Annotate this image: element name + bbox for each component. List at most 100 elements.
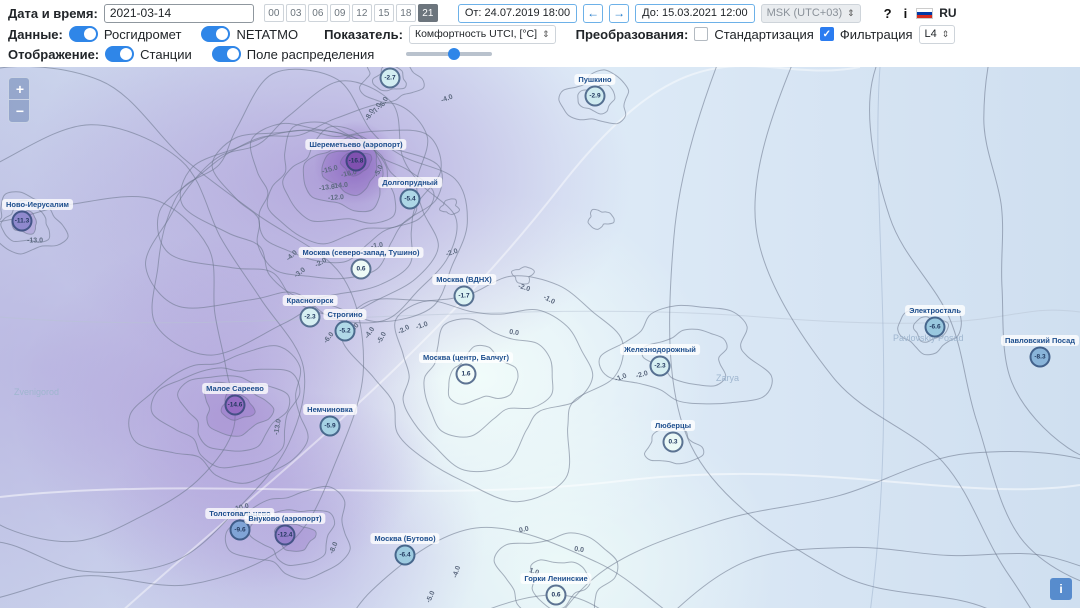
station-label: Железнодорожный — [620, 344, 700, 355]
station-value[interactable]: -2.3 — [300, 307, 321, 328]
station-value[interactable]: -6.6 — [925, 317, 946, 338]
hour-button-12[interactable]: 12 — [352, 4, 372, 22]
indicator-value: Комфортность UTCI, [°C] — [415, 28, 537, 40]
info-button[interactable]: i — [901, 6, 911, 21]
station-label: Долгопрудный — [378, 177, 442, 188]
toggle-knob — [120, 48, 132, 60]
transform-label: Преобразования: — [576, 27, 689, 42]
hour-button-group: 0003060912151821 — [264, 4, 438, 22]
station-value[interactable]: -11.3 — [12, 211, 33, 232]
station-label: Люберцы — [651, 420, 695, 431]
station-value[interactable]: -8.3 — [1030, 347, 1051, 368]
zoom-out-button[interactable]: − — [9, 100, 30, 122]
hour-button-09[interactable]: 09 — [330, 4, 350, 22]
station-label: Москва (центр, Балчуг) — [419, 352, 513, 363]
toggle-knob — [216, 28, 228, 40]
select-arrows-icon: ⇕ — [542, 29, 550, 40]
next-step-button[interactable]: → — [609, 4, 629, 23]
station-value[interactable]: -16.8 — [346, 151, 367, 172]
station-value[interactable]: -2.9 — [585, 86, 606, 107]
opacity-slider[interactable] — [406, 47, 492, 61]
hour-button-00[interactable]: 00 — [264, 4, 284, 22]
station-value[interactable]: -12.4 — [275, 525, 296, 546]
basemap-place-label: Zarya — [716, 373, 739, 383]
station-value[interactable]: -5.9 — [320, 416, 341, 437]
hour-button-21[interactable]: 21 — [418, 4, 438, 22]
station-label: Ново-Иерусалим — [2, 199, 73, 210]
checkbox-filtering[interactable]: ✓ — [820, 27, 834, 41]
toggle-netatmo-label: NETATMO — [236, 27, 298, 42]
contour-value-label: -13.0 — [27, 238, 43, 245]
station-value[interactable]: -6.4 — [395, 545, 416, 566]
toggle-knob — [227, 48, 239, 60]
station-label: Электросталь — [905, 305, 965, 316]
hour-button-06[interactable]: 06 — [308, 4, 328, 22]
help-button[interactable]: ? — [881, 6, 895, 21]
hour-button-18[interactable]: 18 — [396, 4, 416, 22]
station-label: Внуково (аэропорт) — [244, 513, 325, 524]
toggle-knob — [84, 28, 96, 40]
station-label: Шереметьево (аэропорт) — [305, 139, 406, 150]
toolbar-row-data: Данные: Росгидромет NETATMO Показатель: … — [0, 24, 1080, 44]
hour-button-15[interactable]: 15 — [374, 4, 394, 22]
station-label: Павловский Посад — [1001, 335, 1079, 346]
toggle-rosgidromet[interactable] — [69, 26, 98, 42]
station-label: Малое Сареево — [202, 383, 268, 394]
toolbar: Дата и время: 0003060912151821 От: 24.07… — [0, 0, 1080, 67]
station-value[interactable]: -5.2 — [335, 321, 356, 342]
contour-value-label: 0.0 — [574, 546, 585, 554]
zoom-in-button[interactable]: + — [9, 78, 30, 100]
arrow-left-icon: ← — [587, 6, 599, 20]
station-value[interactable]: 0.6 — [351, 259, 372, 280]
toggle-field-label: Поле распределения — [247, 47, 375, 62]
toggle-stations[interactable] — [105, 46, 134, 62]
toggle-stations-label: Станции — [140, 47, 192, 62]
indicator-select[interactable]: Комфортность UTCI, [°C] ⇕ — [409, 25, 556, 44]
date-input[interactable] — [104, 4, 254, 23]
attribution-info-button[interactable]: i — [1050, 578, 1072, 600]
station-label: Горки Ленинские — [520, 573, 591, 584]
station-label: Красногорск — [283, 295, 338, 306]
language-label[interactable]: RU — [939, 6, 956, 20]
select-arrows-icon: ⇕ — [942, 29, 950, 40]
checkbox-filtering-label: Фильтрация — [840, 27, 913, 42]
indicator-label: Показатель: — [324, 27, 403, 42]
checkbox-standardization[interactable] — [694, 27, 708, 41]
weather-map-app: Дата и время: 0003060912151821 От: 24.07… — [0, 0, 1080, 608]
station-label: Москва (ВДНХ) — [432, 274, 496, 285]
contour-value-label: -12.0 — [328, 194, 344, 202]
contour-map[interactable]: ZvenigorodPavlovskiy PosadZarya -16.0-15… — [0, 67, 1080, 608]
to-datetime-button[interactable]: До: 15.03.2021 12:00 — [635, 4, 754, 23]
station-value[interactable]: 0.6 — [546, 585, 567, 606]
hour-button-03[interactable]: 03 — [286, 4, 306, 22]
arrow-right-icon: → — [613, 6, 625, 20]
station-label: Москва (Бутово) — [370, 533, 439, 544]
toggle-rosgidromet-label: Росгидромет — [104, 27, 182, 42]
check-icon: ✓ — [823, 29, 831, 40]
station-value[interactable]: -1.7 — [454, 286, 475, 307]
filter-level-value: L4 — [925, 28, 937, 40]
toggle-field[interactable] — [212, 46, 241, 62]
slider-handle[interactable] — [448, 48, 460, 60]
station-value[interactable]: -14.6 — [225, 395, 246, 416]
station-value[interactable]: -5.4 — [400, 189, 421, 210]
prev-step-button[interactable]: ← — [583, 4, 603, 23]
toolbar-row-display: Отображение: Станции Поле распределения — [0, 44, 1080, 64]
station-value[interactable]: 0.3 — [663, 432, 684, 453]
station-label: Строгино — [323, 309, 366, 320]
from-datetime-button[interactable]: От: 24.07.2019 18:00 — [458, 4, 577, 23]
toggle-netatmo[interactable] — [201, 26, 230, 42]
station-label: Москва (северо-запад, Тушино) — [299, 247, 424, 258]
display-label: Отображение: — [8, 47, 99, 62]
station-value[interactable]: 1.6 — [456, 364, 477, 385]
toolbar-row-datetime: Дата и время: 0003060912151821 От: 24.07… — [0, 2, 1080, 24]
filter-level-select[interactable]: L4 ⇕ — [919, 25, 956, 44]
russian-flag-icon — [916, 8, 933, 19]
select-arrows-icon: ⇕ — [847, 8, 855, 19]
checkbox-standardization-label: Стандартизация — [714, 27, 814, 42]
map-zoom-control: + − — [8, 77, 30, 123]
timezone-select[interactable]: MSK (UTC+03) ⇕ — [761, 4, 861, 23]
station-value[interactable]: -2.3 — [650, 356, 671, 377]
station-label: Немчиновка — [303, 404, 357, 415]
station-value[interactable]: -2.7 — [380, 68, 401, 89]
